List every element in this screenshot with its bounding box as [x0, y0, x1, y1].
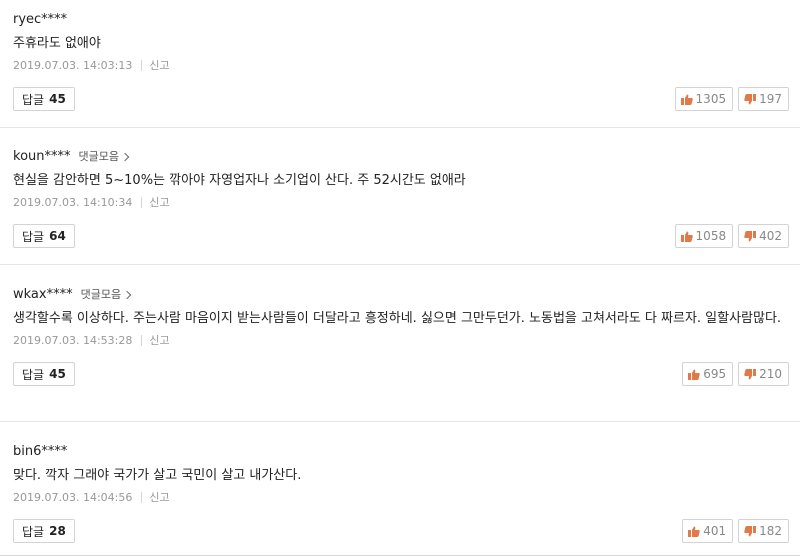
comment-author-row: ryec**** [13, 10, 789, 28]
like-count: 401 [703, 524, 727, 538]
comment-text: 현실을 감안하면 5~10%는 깎아야 자영업자나 소기업이 산다. 주 52시… [13, 173, 466, 188]
like-count: 695 [703, 367, 727, 381]
thumbs-up-icon [680, 94, 693, 105]
vote-buttons: 401 182 [682, 519, 789, 543]
comment-timestamp: 2019.07.03. 14:04:56 [13, 490, 133, 504]
comment-collection-label: 댓글모음 [78, 150, 119, 163]
like-count: 1305 [695, 92, 727, 106]
comment-collection-label: 댓글모음 [80, 288, 122, 301]
thumbs-down-icon [744, 525, 757, 536]
comment-author-row: koun**** 댓글모음 [13, 147, 789, 165]
comment-meta: 2019.07.03. 14:03:13 신고 [13, 57, 789, 73]
comment-actions: 답글 28 401 182 [13, 519, 789, 543]
comment-divider [0, 127, 800, 128]
reply-label: 답글 [22, 524, 45, 539]
report-link[interactable]: 신고 [149, 332, 169, 348]
like-count: 1058 [695, 229, 727, 243]
meta-divider [141, 59, 143, 71]
dislike-count: 210 [759, 367, 782, 381]
comment-author[interactable]: wkax**** [13, 287, 73, 302]
comment-list: ryec**** 주휴라도 없애야 2019.07.03. 14:03:13 신… [0, 0, 800, 557]
vote-buttons: 1058 402 [674, 224, 789, 248]
reply-label: 답글 [22, 229, 45, 244]
comment-actions: 답글 64 1058 402 [13, 224, 789, 248]
comment-author[interactable]: bin6**** [13, 444, 67, 459]
comment-meta: 2019.07.03. 14:10:34 신고 [13, 194, 789, 210]
dislike-button[interactable]: 210 [738, 362, 789, 386]
like-button[interactable]: 1305 [674, 87, 734, 111]
vote-buttons: 695 210 [682, 362, 789, 386]
comment-actions: 답글 45 695 210 [13, 362, 789, 386]
reply-button[interactable]: 답글 45 [13, 87, 75, 111]
comment-item: koun**** 댓글모음 현실을 감안하면 5~10%는 깎아야 자영업자나 … [0, 147, 800, 248]
thumbs-down-icon [744, 230, 757, 241]
reply-button[interactable]: 답글 28 [13, 519, 75, 543]
comment-collection-link[interactable]: 댓글모음 [80, 286, 132, 302]
comment-author[interactable]: koun**** [13, 149, 71, 164]
comment-meta: 2019.07.03. 14:04:56 신고 [13, 489, 789, 505]
chevron-right-icon [120, 152, 130, 161]
like-button[interactable]: 401 [682, 519, 734, 543]
meta-divider [141, 334, 143, 346]
report-link[interactable]: 신고 [149, 194, 169, 210]
comment-timestamp: 2019.07.03. 14:53:28 [13, 333, 133, 347]
thumbs-up-icon [680, 231, 693, 242]
like-button[interactable]: 1058 [674, 224, 734, 248]
dislike-count: 402 [759, 229, 782, 243]
report-link[interactable]: 신고 [149, 57, 169, 73]
comment-timestamp: 2019.07.03. 14:10:34 [13, 195, 133, 209]
comment-timestamp: 2019.07.03. 14:03:13 [13, 58, 133, 72]
comment-item: bin6**** 맞다. 깍자 그래야 국가가 살고 국민이 살고 내가산다. … [0, 442, 800, 543]
chevron-right-icon [122, 290, 132, 299]
comment-item: wkax**** 댓글모음 생각할수록 이상하다. 주는사람 마음이지 받는사람… [0, 285, 800, 386]
meta-divider [141, 491, 143, 503]
dislike-button[interactable]: 402 [738, 224, 789, 248]
thumbs-down-icon [744, 93, 757, 104]
reply-button[interactable]: 답글 64 [13, 224, 75, 248]
reply-button[interactable]: 답글 45 [13, 362, 75, 386]
reply-count: 45 [49, 92, 66, 106]
comment-collection-link[interactable]: 댓글모음 [78, 148, 130, 164]
comment-text: 주휴라도 없애야 [13, 36, 101, 51]
thumbs-down-icon [744, 368, 757, 379]
reply-count: 45 [49, 367, 66, 381]
comment-item: ryec**** 주휴라도 없애야 2019.07.03. 14:03:13 신… [0, 10, 800, 111]
dislike-button[interactable]: 197 [738, 87, 789, 111]
thumbs-up-icon [688, 526, 700, 537]
comment-author[interactable]: ryec**** [13, 12, 67, 27]
comment-actions: 답글 45 1305 197 [13, 87, 789, 111]
like-button[interactable]: 695 [682, 362, 734, 386]
reply-label: 답글 [22, 92, 45, 107]
comment-text: 맞다. 깍자 그래야 국가가 살고 국민이 살고 내가산다. [13, 468, 302, 483]
comment-divider [0, 421, 800, 422]
comment-author-row: bin6**** [13, 442, 789, 460]
vote-buttons: 1305 197 [674, 87, 789, 111]
comment-divider [0, 264, 800, 265]
dislike-button[interactable]: 182 [738, 519, 789, 543]
comment-meta: 2019.07.03. 14:53:28 신고 [13, 332, 789, 348]
report-link[interactable]: 신고 [149, 489, 169, 505]
reply-count: 64 [49, 229, 66, 243]
reply-count: 28 [49, 524, 66, 538]
reply-label: 답글 [22, 367, 45, 382]
comment-text: 생각할수록 이상하다. 주는사람 마음이지 받는사람들이 더달라고 흥정하네. … [13, 311, 782, 326]
dislike-count: 197 [759, 92, 782, 106]
dislike-count: 182 [759, 524, 782, 538]
thumbs-up-icon [688, 369, 700, 380]
comment-author-row: wkax**** 댓글모음 [13, 285, 789, 303]
list-bottom-border [0, 555, 800, 556]
meta-divider [141, 196, 143, 208]
